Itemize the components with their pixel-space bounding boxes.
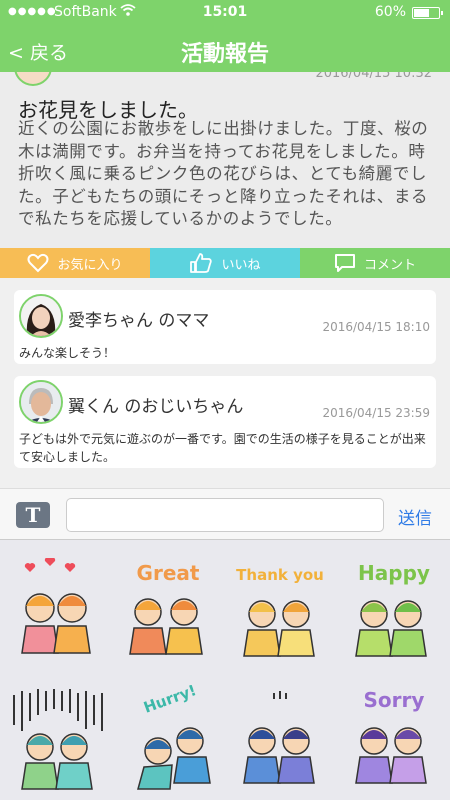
comment-input[interactable] xyxy=(66,498,384,532)
comment-text: 子どもは外で元気に遊ぶのが一番です。園での生活の様子を見ることが出来て安心しまし… xyxy=(19,432,426,464)
favorite-button[interactable]: お気に入り xyxy=(0,248,150,278)
post-date: 2016/04/15 10:32 xyxy=(315,72,432,81)
comment-button[interactable]: コメント xyxy=(300,248,450,278)
sticker-caption: Great xyxy=(137,561,200,585)
comment-input-bar: T 送信 xyxy=(0,488,450,540)
sticker-caption: Sorry xyxy=(364,688,425,712)
text-mode-button[interactable]: T xyxy=(16,502,50,528)
heart-icon xyxy=(27,253,49,273)
comment-author: 愛李ちゃん のママ xyxy=(68,311,210,331)
status-bar: ●●●●● SoftBank 15:01 60% xyxy=(0,0,450,26)
send-button[interactable]: 送信 xyxy=(398,504,432,529)
sticker-happy[interactable]: Happy xyxy=(344,558,444,668)
comment-card: 翼くん のおじいちゃん 2016/04/15 23:59 子どもは外で元気に遊ぶ… xyxy=(14,376,436,468)
favorite-label: お気に入り xyxy=(57,257,123,273)
comment-text: みんな楽しそう！ xyxy=(19,346,116,360)
nav-bar: < 戻る 活動報告 xyxy=(0,26,450,72)
speech-bubble-icon xyxy=(334,254,355,272)
thumbs-up-icon xyxy=(190,253,213,273)
sticker-crying[interactable] xyxy=(230,685,330,795)
like-button[interactable]: いいね xyxy=(150,248,300,278)
sticker-hurry[interactable]: Hurry! xyxy=(118,681,218,795)
comment-label: コメント xyxy=(363,257,416,273)
battery-percent: 60% xyxy=(374,4,406,20)
avatar xyxy=(19,380,63,424)
sticker-great[interactable]: Great xyxy=(118,558,218,668)
sticker-caption: Happy xyxy=(358,561,430,585)
comment-author: 翼くん のおじいちゃん xyxy=(68,397,244,417)
comment-date: 2016/04/15 18:10 xyxy=(322,320,430,334)
page-title: 活動報告 xyxy=(180,42,269,67)
sticker-thank-you[interactable]: Thank you xyxy=(230,558,330,668)
comment-list: 愛李ちゃん のママ 2016/04/15 18:10 みんな楽しそう！ 翼くん … xyxy=(0,278,450,488)
sticker-gloomy[interactable] xyxy=(10,685,110,795)
sticker-caption: Thank you xyxy=(236,566,324,584)
post-body: 近くの公園にお散歩をしに出掛けました。丁度、桜の木は満開です。お弁当を持ってお花… xyxy=(18,119,429,228)
like-label: いいね xyxy=(221,257,261,273)
sticker-sorry[interactable]: Sorry xyxy=(344,685,444,795)
avatar xyxy=(19,294,63,338)
sticker-hearts[interactable] xyxy=(10,557,110,668)
post-actions: お気に入り いいね コメント xyxy=(0,248,450,278)
activity-post: 2016/04/15 10:32 お花見をしました。 近くの公園にお散歩をしに出… xyxy=(0,72,450,248)
sticker-caption: Hurry! xyxy=(141,685,199,717)
comment-date: 2016/04/15 23:59 xyxy=(322,406,430,420)
post-author-avatar xyxy=(14,72,52,86)
comment-card: 愛李ちゃん のママ 2016/04/15 18:10 みんな楽しそう！ xyxy=(14,290,436,364)
sticker-panel: Great Thank you Happy Hurry! Sorry xyxy=(0,540,450,800)
battery-icon xyxy=(412,7,443,19)
